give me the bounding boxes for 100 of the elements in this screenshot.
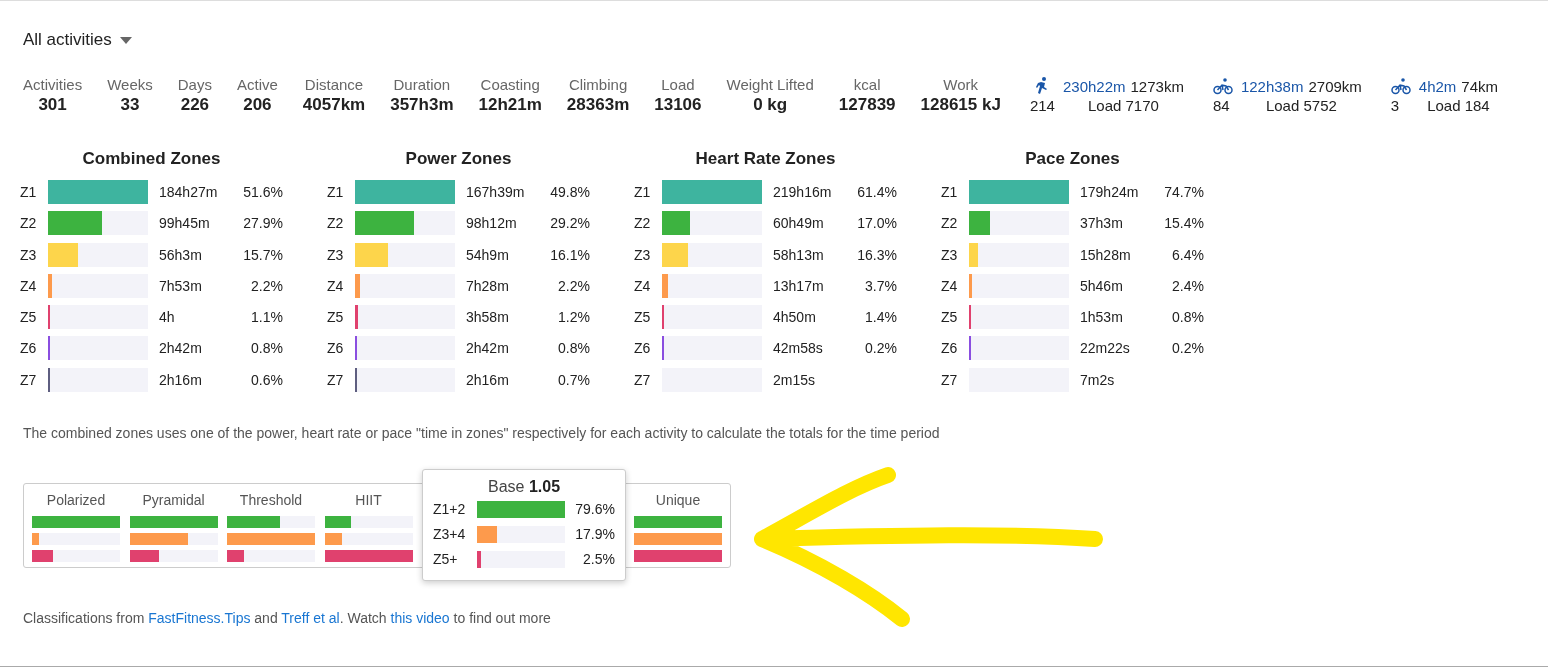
zone-percent: 2.5%: [582, 551, 615, 568]
zone-label: Z3: [634, 246, 652, 263]
zone-label: Z6: [20, 340, 38, 357]
zone-label: Z1: [634, 184, 652, 200]
zone-table-title: Combined Zones: [81, 149, 222, 169]
stat-label: Coasting: [480, 76, 540, 94]
zone-label: Z5: [634, 309, 652, 326]
zone-percent: 16.1%: [549, 246, 590, 263]
zone-label: Z7: [941, 371, 959, 388]
sport-distance: 74km: [1461, 77, 1499, 95]
link[interactable]: FastFitness.Tips: [148, 610, 251, 627]
zone-label: Z2: [20, 215, 38, 232]
stat-value: 206: [243, 94, 272, 116]
zone-time: 1h53m: [1080, 309, 1124, 326]
classification-label: Threshold: [238, 492, 304, 509]
zone-time: 5h46m: [1080, 277, 1124, 294]
zone-time: 2h42m: [159, 340, 203, 357]
zone-percent: 74.7%: [1163, 184, 1204, 200]
zone-label: Z2: [634, 215, 652, 232]
zone-table-title: Pace Zones: [1024, 149, 1121, 169]
zone-label: Z5: [941, 309, 959, 326]
zone-time: 2m15s: [773, 371, 817, 388]
stat-label: Load: [661, 76, 695, 94]
zone-percent: 17.9%: [574, 526, 615, 543]
zone-time: 4h50m: [773, 309, 817, 326]
classification-sources-text: Classifications from FastFitness.Tips and Treff et al. Watch this video to find out more: [23, 610, 552, 627]
zone-percent: 2.4%: [1171, 277, 1204, 294]
stat-value: 128615 kJ: [920, 94, 1001, 116]
stat-label: Weeks: [107, 76, 153, 94]
sport-load: Load 7170: [1087, 96, 1159, 116]
zone-time: 15h28m: [1080, 246, 1132, 263]
link[interactable]: Treff et al: [281, 610, 340, 627]
stat-value: 226: [180, 94, 210, 116]
zone-label: Z2: [941, 215, 959, 232]
zone-time: 42m58s: [773, 340, 824, 357]
zone-percent: 2.2%: [557, 277, 590, 294]
zone-percent: 29.2%: [549, 215, 590, 232]
zone-time: 60h49m: [773, 215, 825, 232]
zone-time: 7h53m: [159, 277, 203, 294]
stat-label: kcal: [853, 76, 881, 94]
zone-label: Z1: [327, 184, 345, 200]
stat-value: 301: [38, 94, 67, 116]
zone-label: Z4: [941, 277, 959, 294]
stat-label: Activities: [23, 76, 83, 94]
zone-label: Z2: [327, 215, 345, 232]
zone-label: Z5: [20, 309, 38, 326]
zone-label: Z4: [327, 277, 345, 294]
zone-label: Z1+2: [433, 501, 467, 518]
classification-label: Unique: [654, 492, 702, 509]
stat-label: Work: [943, 76, 979, 94]
stat-label: Days: [177, 76, 212, 94]
caret-icon: [119, 36, 132, 44]
zone-percent: 27.9%: [242, 215, 283, 232]
zone-percent: 49.8%: [549, 184, 590, 200]
sport-count: 3: [1390, 96, 1401, 116]
zone-percent: 0.8%: [250, 340, 283, 357]
zone-time: 13h17m: [773, 277, 825, 294]
stat-value: 12h21m: [478, 94, 542, 116]
classification-label: Pyramidal: [141, 492, 206, 509]
combined-zones-note: The combined zones uses one of the power, heart rate or pace "time in zones" respectively for each activity to calculate the totals for the time period: [23, 425, 941, 442]
zone-time: 167h39m: [466, 184, 526, 200]
zone-percent: 0.2%: [864, 340, 897, 357]
link[interactable]: this video: [390, 610, 450, 627]
zone-label: Z4: [634, 277, 652, 294]
sport-distance: 2709km: [1308, 77, 1362, 95]
zone-time: 2h42m: [466, 340, 510, 357]
cyclist-icon: [1390, 76, 1411, 96]
sport-distance: 1273km: [1130, 77, 1184, 95]
stat-value: 33: [120, 94, 140, 116]
zone-percent: 0.7%: [557, 371, 590, 388]
zone-time: 99h45m: [159, 215, 211, 232]
sport-count: 84: [1212, 96, 1231, 116]
stat-value: 13106: [654, 94, 702, 116]
zone-percent: 1.1%: [250, 309, 283, 326]
zone-percent: 61.4%: [856, 184, 897, 200]
zone-label: Z7: [327, 371, 345, 388]
activity-filter-dropdown[interactable]: All activities: [23, 30, 132, 50]
zone-percent: 6.4%: [1171, 246, 1204, 263]
sport-duration-link[interactable]: 122h38m: [1240, 77, 1304, 95]
zone-label: Z5+: [433, 551, 459, 568]
zone-time: 179h24m: [1080, 184, 1140, 200]
sport-duration-link[interactable]: 230h22m: [1062, 77, 1126, 95]
zone-label: Z6: [327, 340, 345, 357]
zone-label: Z7: [20, 371, 38, 388]
zone-time: 219h16m: [773, 184, 833, 200]
zone-table-title: Heart Rate Zones: [694, 149, 837, 169]
zone-label: Z5: [327, 309, 345, 326]
zone-label: Z1: [20, 184, 38, 200]
zone-percent: 3.7%: [864, 277, 897, 294]
zone-table-title: Power Zones: [404, 149, 513, 169]
classification-label: Polarized: [45, 492, 107, 509]
stat-label: Duration: [393, 76, 451, 94]
zone-percent: 2.2%: [250, 277, 283, 294]
zone-percent: 15.7%: [242, 246, 283, 263]
stat-label: Weight Lifted: [726, 76, 814, 94]
tooltip-title: Base 1.05: [486, 478, 562, 497]
zone-label: Z1: [941, 184, 959, 200]
zone-time: 37h3m: [1080, 215, 1124, 232]
zone-percent: 79.6%: [574, 501, 615, 518]
sport-duration-link[interactable]: 4h2m: [1418, 77, 1457, 95]
